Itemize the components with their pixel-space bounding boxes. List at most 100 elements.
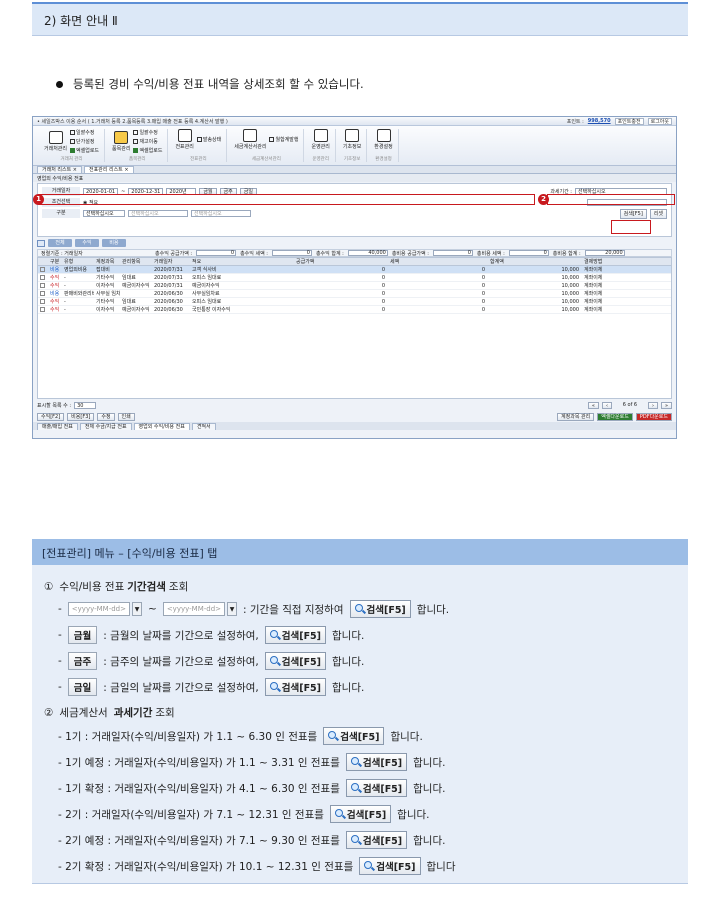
row-checkbox[interactable]: [40, 283, 45, 288]
tab-receipt-payment[interactable]: 전체 수금/지급 전표: [79, 422, 132, 430]
filter-all-button[interactable]: 전체: [48, 239, 72, 247]
table-row[interactable]: 수익 - 이자수익 예금이자수익 2020/06/30 국민통장 이자수익 0 0 10,000…: [38, 306, 671, 314]
cell-memo: 국민통장 이자수익: [192, 307, 231, 313]
add-income-button[interactable]: 수익[F2]: [37, 412, 65, 421]
ribbon-group-label: 세금계산서관리: [251, 157, 281, 162]
reset-button[interactable]: 리셋: [649, 208, 667, 219]
cell-mgmt: 임대료: [122, 299, 136, 305]
excel-download-button[interactable]: 엑셀다운로드: [597, 412, 633, 421]
ribbon-big-button[interactable]: 품목관리: [112, 131, 130, 152]
summary-row: 정렬기준 : 거래일자 총수익 공급가액 : 0 총수익 세액 : 0 총수익 …: [37, 249, 672, 257]
row-checkbox[interactable]: [40, 299, 45, 304]
column-header[interactable]: 합계액: [488, 258, 582, 265]
edit-button[interactable]: 수정: [97, 412, 115, 421]
category-select[interactable]: 선택하십시오: [128, 210, 188, 217]
column-header[interactable]: 거래일자: [152, 258, 190, 265]
table-row[interactable]: 수익 - 기타수익 임대료 2020/07/31 오피스 임대료 0 0 10,000 계좌이체: [38, 274, 671, 282]
column-header[interactable]: 공급가액: [294, 258, 388, 265]
this-week-line: - 금주 : 금주의 날짜를 기간으로 설정하여, 검색[F5] 합니다.: [58, 652, 364, 670]
expense-total-value: 20,000: [584, 250, 625, 256]
point-charge-button[interactable]: 포인트충전: [614, 117, 644, 125]
section1-heading: ① 수익/비용 전표 기간검색 조회: [44, 580, 189, 594]
ribbon-small-button[interactable]: 월합계발행: [269, 136, 298, 143]
magnifier-icon: [269, 682, 280, 692]
ribbon-group: 전표관리 발송상태 전표관리: [170, 129, 228, 162]
account-manage-button[interactable]: 계정과목 관리: [557, 412, 595, 421]
cell-pay: 계좌이체: [584, 283, 603, 289]
table-header: 구분 유형 계정과목 관리항목 거래일자 적요 공급가액 세액 합계액 결제방법: [38, 258, 671, 266]
point-label: 포인트 :: [566, 118, 584, 125]
tab-voucher-list[interactable]: 전표관리 리스트 ×: [83, 166, 134, 173]
column-header[interactable]: 적요: [190, 258, 294, 265]
column-header[interactable]: 세액: [388, 258, 488, 265]
ribbon-small-button[interactable]: 재고이동: [133, 138, 162, 145]
column-header[interactable]: 관리항목: [120, 258, 152, 265]
kind-label: 구분: [42, 209, 80, 218]
cell-supply: 0: [381, 282, 385, 289]
page-size-select[interactable]: 30: [74, 401, 97, 409]
ribbon-big-button[interactable]: 전표관리: [175, 129, 194, 150]
next-page-button[interactable]: ›: [647, 401, 658, 409]
search-button[interactable]: 검색[F5]: [619, 208, 647, 219]
tab-sales-purchase[interactable]: 매출/매입 전표: [37, 422, 78, 430]
table-row[interactable]: 비용 판매비와관리비사무실 임차료 2020/06/30 사무실임차료 0 0 10,000…: [38, 290, 671, 298]
add-expense-button[interactable]: 비용[F3]: [67, 412, 95, 421]
ribbon-group: 품목관리 일괄수정 재고이동 엑셀업로드 품목관리: [107, 129, 169, 162]
tax-period-line: - 1기 확정 : 거래일자(수익/비용일자) 가 4.1 ~ 6.30 인 전…: [58, 779, 445, 797]
tab-customer-list[interactable]: 거래처 리스트 ×: [37, 166, 82, 173]
cell-pay: 계좌이체: [584, 307, 603, 313]
cell-type: 영업외비용: [64, 267, 88, 273]
row-checkbox[interactable]: [40, 275, 45, 280]
info-panel: [전표관리] 메뉴 – [수익/비용 전표] 탭 ① 수익/비용 전표 기간검색 …: [32, 539, 688, 884]
tab-nonoperating[interactable]: 영업외 수익/비용 전표: [133, 422, 190, 430]
ribbon-small-button[interactable]: 엑셀업로드: [133, 147, 162, 154]
kind-select[interactable]: 선택하십시오: [83, 210, 125, 217]
cell-date: 2020/06/30: [154, 298, 183, 305]
search-button-sample: 검색[F5]: [345, 753, 408, 771]
ribbon-big-button[interactable]: 세금계산서관리: [234, 129, 266, 150]
bottom-tabs: 매출/매입 전표 전체 수금/지급 전표 영업외 수익/비용 전표 견적서: [33, 422, 676, 430]
prev-page-button[interactable]: ‹: [601, 401, 612, 409]
ribbon-small-button[interactable]: 일괄수정: [70, 129, 99, 136]
column-header[interactable]: 계정과목: [94, 258, 120, 265]
row-checkbox[interactable]: [40, 307, 45, 312]
ribbon-small-button[interactable]: 단가설정: [70, 138, 99, 145]
table-row[interactable]: 수익 - 기타수익 임대료 2020/06/30 오피스 임대료 0 0 10,000 계좌이체: [38, 298, 671, 306]
voucher-table: 구분 유형 계정과목 관리항목 거래일자 적요 공급가액 세액 합계액 결제방법 비용 영업외비용 접…: [37, 257, 672, 399]
cell-pay: 계좌이체: [584, 267, 603, 273]
cell-supply: 0: [381, 298, 385, 305]
expense-total-label: 총비용 합계 :: [552, 250, 581, 257]
tab-estimate[interactable]: 견적서: [191, 422, 216, 430]
row-checkbox[interactable]: [40, 267, 45, 272]
table-row[interactable]: 수익 - 이자수익 예금이자수익 2020/07/31 예금이자수익 0 0 10,000 계좌이…: [38, 282, 671, 290]
last-page-button[interactable]: »: [660, 401, 672, 409]
magnifier-icon: [328, 731, 338, 741]
module-icon: [345, 129, 360, 142]
description-text: 등록된 경비 수익/비용 전표 내역을 상세조회 할 수 있습니다.: [73, 77, 364, 91]
ribbon-big-button[interactable]: 거래처관리: [44, 131, 67, 152]
ribbon-small-button[interactable]: 일괄수정: [133, 129, 162, 136]
ribbon-big-button[interactable]: 운영관리: [311, 129, 330, 150]
first-page-button[interactable]: «: [587, 401, 599, 409]
cell-tax: 0: [481, 306, 485, 313]
logout-button[interactable]: 로그아웃: [647, 117, 672, 125]
excel-icon: [70, 148, 76, 153]
filter-expense-button[interactable]: 비용: [102, 239, 126, 247]
column-header[interactable]: 구분: [48, 258, 62, 265]
column-header[interactable]: 결제방법: [582, 258, 612, 265]
ribbon-group: 환경설정 환경설정: [369, 129, 399, 162]
subcategory-select[interactable]: 선택하십시오: [191, 210, 251, 217]
ribbon-big-button[interactable]: 환경설정: [374, 129, 393, 150]
ribbon-small-button[interactable]: 발송상태: [196, 136, 221, 143]
row-checkbox[interactable]: [40, 291, 45, 296]
magnifier-icon: [364, 861, 374, 871]
column-header[interactable]: 유형: [62, 258, 94, 265]
ribbon-small-button[interactable]: 엑셀업로드: [70, 147, 99, 154]
search-button-sample: 검색[F5]: [264, 626, 327, 644]
pdf-download-button[interactable]: PDF다운로드: [635, 412, 672, 421]
filter-income-button[interactable]: 수익: [75, 239, 99, 247]
ribbon-big-button[interactable]: 기초정보: [343, 129, 361, 150]
table-row[interactable]: 비용 영업외비용 접대비 2020/07/31 고객 식사비 0 0 10,000 계좌이체: [38, 266, 671, 274]
print-button[interactable]: 인쇄: [117, 412, 135, 421]
point-value[interactable]: 998,570: [588, 118, 611, 124]
